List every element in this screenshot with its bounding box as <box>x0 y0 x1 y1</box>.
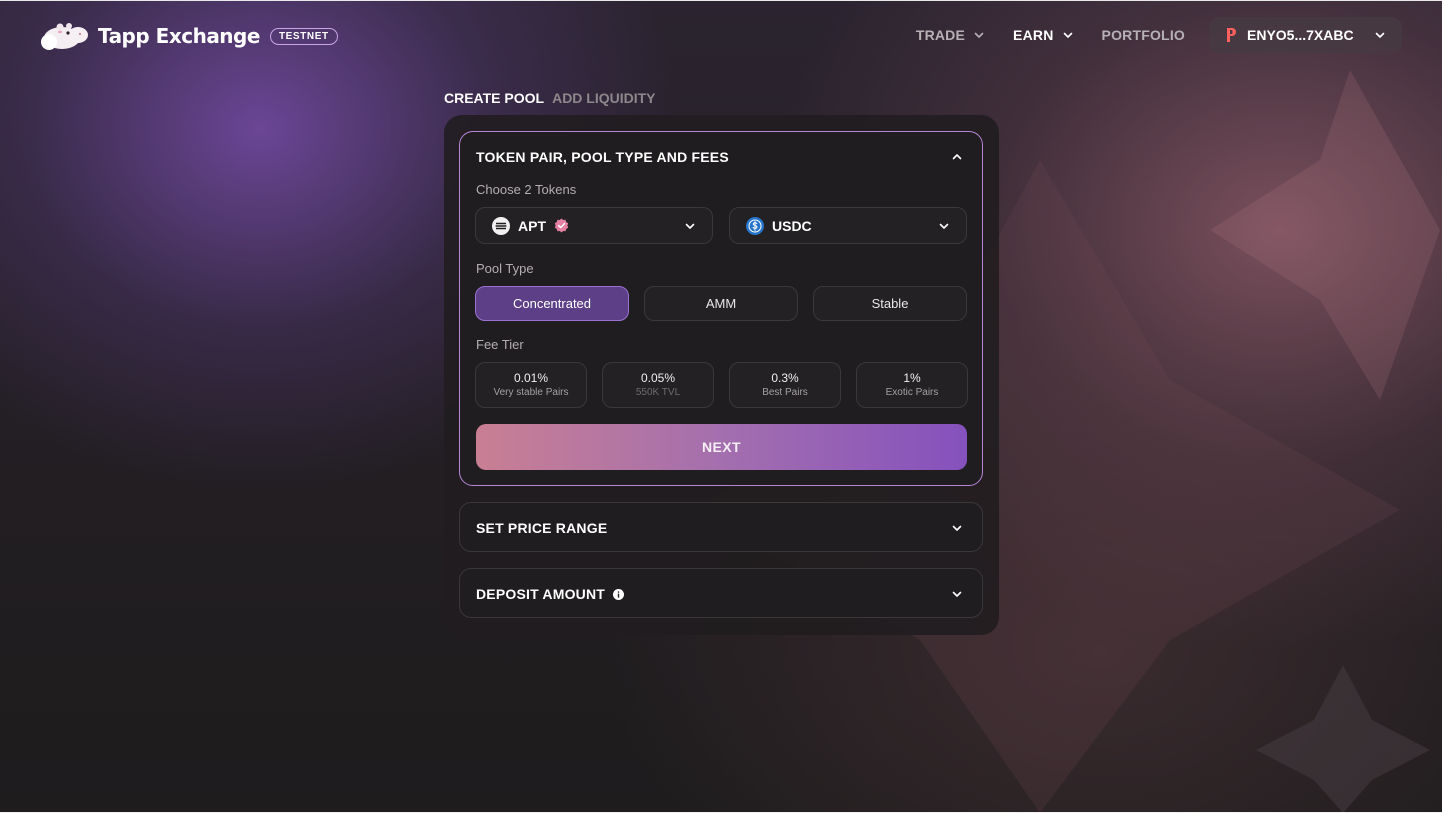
next-button[interactable]: NEXT <box>476 424 967 470</box>
section-title-text: DEPOSIT AMOUNT <box>476 586 606 602</box>
section-title: DEPOSIT AMOUNT <box>476 586 625 602</box>
nav-trade[interactable]: TRADE <box>902 17 999 53</box>
fee-tier-description: Exotic Pairs <box>885 386 939 398</box>
section-title: TOKEN PAIR, POOL TYPE AND FEES <box>476 149 729 165</box>
chevron-down-icon <box>1375 32 1385 38</box>
chevron-down-icon <box>685 223 695 229</box>
section-title: SET PRICE RANGE <box>476 520 607 536</box>
brand-logo[interactable]: Tapp Exchange TESTNET <box>40 20 338 52</box>
fee-tier-option[interactable]: 1% Exotic Pairs <box>856 362 968 408</box>
token-pair-section: TOKEN PAIR, POOL TYPE AND FEES Choose 2 … <box>459 131 983 486</box>
token-b-symbol: USDC <box>772 217 812 234</box>
chevron-down-icon <box>939 223 949 229</box>
fee-tier-option[interactable]: 0.01% Very stable Pairs <box>475 362 587 408</box>
info-icon[interactable] <box>613 588 625 600</box>
fee-tier-label: Fee Tier <box>476 337 524 352</box>
usdc-icon <box>746 216 764 235</box>
fee-tier-value: 1% <box>903 370 921 385</box>
top-bar: Tapp Exchange TESTNET TRADE EARN PORTFOL… <box>0 0 1442 72</box>
brand-name: Tapp Exchange <box>98 24 260 48</box>
fee-tier-option[interactable]: 0.05% 550K TVL <box>602 362 714 408</box>
nav-portfolio-label: PORTFOLIO <box>1101 27 1185 43</box>
pool-tabs: CREATE POOL ADD LIQUIDITY <box>444 90 656 106</box>
testnet-badge: TESTNET <box>269 27 338 45</box>
token-a-symbol: APT <box>518 217 546 234</box>
nav-trade-label: TRADE <box>915 27 966 43</box>
fee-tier-value: 0.05% <box>640 370 676 385</box>
nav-earn-label: EARN <box>1013 27 1054 43</box>
token-a-select[interactable]: APT <box>475 207 713 244</box>
fee-tier-description: Very stable Pairs <box>493 386 569 398</box>
fee-tier-description: Best Pairs <box>762 386 808 398</box>
pool-type-label: Pool Type <box>476 261 534 276</box>
wallet-button[interactable]: ENYO5...7XABC <box>1209 17 1402 53</box>
aptos-icon <box>492 216 510 235</box>
deposit-amount-section[interactable]: DEPOSIT AMOUNT <box>459 568 983 618</box>
pool-type-stable[interactable]: Stable <box>813 286 967 321</box>
create-pool-card: TOKEN PAIR, POOL TYPE AND FEES Choose 2 … <box>444 115 999 635</box>
fee-tier-description: 550K TVL <box>635 386 681 398</box>
choose-tokens-label: Choose 2 Tokens <box>476 182 577 197</box>
pool-type-amm[interactable]: AMM <box>644 286 798 321</box>
fee-tier-value: 0.3% <box>771 370 799 385</box>
price-range-section[interactable]: SET PRICE RANGE <box>459 502 983 552</box>
nav-portfolio[interactable]: PORTFOLIO <box>1088 17 1199 53</box>
chevron-down-icon[interactable] <box>950 521 964 535</box>
fee-tier-option[interactable]: 0.3% Best Pairs <box>729 362 841 408</box>
tab-add-liquidity[interactable]: ADD LIQUIDITY <box>552 90 655 106</box>
chevron-down-icon[interactable] <box>950 587 964 601</box>
chevron-up-icon[interactable] <box>950 150 964 164</box>
nav-earn[interactable]: EARN <box>999 17 1087 53</box>
tab-create-pool[interactable]: CREATE POOL <box>444 90 544 106</box>
section-title-text: SET PRICE RANGE <box>476 520 608 536</box>
petra-wallet-icon <box>1227 28 1236 42</box>
token-b-select[interactable]: USDC <box>729 207 967 244</box>
chevron-down-icon <box>1063 32 1072 38</box>
fee-tier-value: 0.01% <box>513 370 549 385</box>
verified-badge-icon <box>554 218 569 233</box>
main-nav: TRADE EARN PORTFOLIO ENYO5...7XABC <box>902 17 1402 53</box>
top-edge <box>0 0 1442 1</box>
wallet-address: ENYO5...7XABC <box>1247 27 1354 43</box>
chevron-down-icon <box>974 32 984 38</box>
hippo-mascot-icon <box>41 23 88 50</box>
pool-type-concentrated[interactable]: Concentrated <box>475 286 629 321</box>
